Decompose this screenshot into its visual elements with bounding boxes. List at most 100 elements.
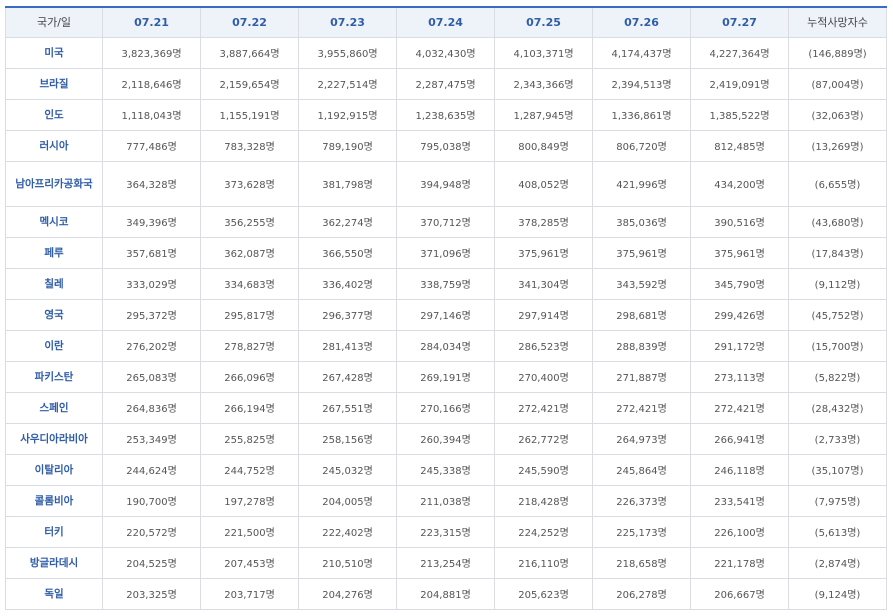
- death-count-cell: (5,822명): [788, 360, 887, 393]
- case-count-cell: 273,113명: [690, 360, 789, 393]
- case-count-cell: 800,849명: [494, 129, 593, 162]
- death-count-cell: (9,112명): [788, 267, 887, 300]
- case-count-cell: 2,159,654명: [200, 67, 299, 100]
- header-date: 07.25: [494, 6, 593, 38]
- case-count-cell: 270,400명: [494, 360, 593, 393]
- case-count-cell: 378,285명: [494, 205, 593, 238]
- case-count-cell: 345,790명: [690, 267, 789, 300]
- case-count-cell: 3,955,860명: [298, 36, 397, 69]
- death-count-cell: (35,107명): [788, 453, 887, 486]
- case-count-cell: 266,096명: [200, 360, 299, 393]
- case-count-cell: 366,550명: [298, 236, 397, 269]
- case-count-cell: 2,394,513명: [592, 67, 691, 100]
- case-count-cell: 233,541명: [690, 484, 789, 517]
- case-count-cell: 220,572명: [102, 515, 201, 548]
- death-count-cell: (45,752명): [788, 298, 887, 331]
- case-count-cell: 224,252명: [494, 515, 593, 548]
- table-row: 브라질 2,118,646명 2,159,654명 2,227,514명 2,287,4…: [5, 67, 887, 100]
- death-count-cell: (43,680명): [788, 205, 887, 238]
- case-count-cell: 203,325명: [102, 577, 201, 610]
- case-count-cell: 197,278명: [200, 484, 299, 517]
- case-count-cell: 4,227,364명: [690, 36, 789, 69]
- case-count-cell: 4,174,437명: [592, 36, 691, 69]
- case-count-cell: 1,192,915명: [298, 98, 397, 131]
- header-deaths: 누적사망자수: [788, 6, 887, 38]
- case-count-cell: 2,118,646명: [102, 67, 201, 100]
- case-count-cell: 216,110명: [494, 546, 593, 579]
- case-count-cell: 343,592명: [592, 267, 691, 300]
- case-count-cell: 223,315명: [396, 515, 495, 548]
- case-count-cell: 267,428명: [298, 360, 397, 393]
- case-count-cell: 2,343,366명: [494, 67, 593, 100]
- case-count-cell: 295,372명: [102, 298, 201, 331]
- case-count-cell: 213,254명: [396, 546, 495, 579]
- case-count-cell: 385,036명: [592, 205, 691, 238]
- case-count-cell: 288,839명: [592, 329, 691, 362]
- country-cell: 칠레: [5, 267, 103, 300]
- case-count-cell: 210,510명: [298, 546, 397, 579]
- case-count-cell: 812,485명: [690, 129, 789, 162]
- case-count-cell: 265,083명: [102, 360, 201, 393]
- case-count-cell: 1,287,945명: [494, 98, 593, 131]
- country-cell: 멕시코: [5, 205, 103, 238]
- case-count-cell: 297,914명: [494, 298, 593, 331]
- case-count-cell: 349,396명: [102, 205, 201, 238]
- header-date: 07.21: [102, 6, 201, 38]
- case-count-cell: 226,100명: [690, 515, 789, 548]
- case-count-cell: 375,961명: [494, 236, 593, 269]
- case-count-cell: 371,096명: [396, 236, 495, 269]
- country-cell: 이란: [5, 329, 103, 362]
- table-row: 멕시코 349,396명 356,255명 362,274명 370,712명 378,2…: [5, 205, 887, 238]
- table-row: 콜롬비아 190,700명 197,278명 204,005명 211,038명 218,…: [5, 484, 887, 517]
- table-row: 인도 1,118,043명 1,155,191명 1,192,915명 1,238,63…: [5, 98, 887, 131]
- case-count-cell: 211,038명: [396, 484, 495, 517]
- case-count-cell: 334,683명: [200, 267, 299, 300]
- case-count-cell: 373,628명: [200, 160, 299, 207]
- case-count-cell: 1,238,635명: [396, 98, 495, 131]
- death-count-cell: (146,889명): [788, 36, 887, 69]
- table-row: 미국 3,823,369명 3,887,664명 3,955,860명 4,032,43…: [5, 36, 887, 69]
- death-count-cell: (32,063명): [788, 98, 887, 131]
- case-count-cell: 408,052명: [494, 160, 593, 207]
- case-count-cell: 2,227,514명: [298, 67, 397, 100]
- case-count-cell: 245,864명: [592, 453, 691, 486]
- case-count-cell: 204,276명: [298, 577, 397, 610]
- country-cell: 인도: [5, 98, 103, 131]
- case-count-cell: 2,287,475명: [396, 67, 495, 100]
- country-cell: 독일: [5, 577, 103, 610]
- case-count-cell: 281,413명: [298, 329, 397, 362]
- case-count-cell: 272,421명: [690, 391, 789, 424]
- case-count-cell: 394,948명: [396, 160, 495, 207]
- country-cell: 사우디아라비아: [5, 422, 103, 455]
- case-count-cell: 357,681명: [102, 236, 201, 269]
- country-cell: 파키스탄: [5, 360, 103, 393]
- case-count-cell: 270,166명: [396, 391, 495, 424]
- death-count-cell: (17,843명): [788, 236, 887, 269]
- case-count-cell: 245,032명: [298, 453, 397, 486]
- death-count-cell: (6,655명): [788, 160, 887, 207]
- case-count-cell: 205,623명: [494, 577, 593, 610]
- table-row: 칠레 333,029명 334,683명 336,402명 338,759명 341,30…: [5, 267, 887, 300]
- case-count-cell: 244,624명: [102, 453, 201, 486]
- case-count-cell: 204,005명: [298, 484, 397, 517]
- case-count-cell: 298,681명: [592, 298, 691, 331]
- case-count-cell: 255,825명: [200, 422, 299, 455]
- table-row: 이란 276,202명 278,827명 281,413명 284,034명 286,52…: [5, 329, 887, 362]
- case-count-cell: 356,255명: [200, 205, 299, 238]
- case-count-cell: 333,029명: [102, 267, 201, 300]
- case-count-cell: 264,836명: [102, 391, 201, 424]
- case-count-cell: 390,516명: [690, 205, 789, 238]
- case-count-cell: 271,887명: [592, 360, 691, 393]
- case-count-cell: 245,338명: [396, 453, 495, 486]
- case-count-cell: 286,523명: [494, 329, 593, 362]
- case-count-cell: 218,658명: [592, 546, 691, 579]
- country-cell: 터키: [5, 515, 103, 548]
- case-count-cell: 370,712명: [396, 205, 495, 238]
- header-country: 국가/일: [5, 6, 103, 38]
- case-count-cell: 262,772명: [494, 422, 593, 455]
- table-row: 방글라데시 204,525명 207,453명 210,510명 213,254명 216…: [5, 546, 887, 579]
- country-cell: 스페인: [5, 391, 103, 424]
- table-row: 스페인 264,836명 266,194명 267,551명 270,166명 272,4…: [5, 391, 887, 424]
- case-count-cell: 244,752명: [200, 453, 299, 486]
- death-count-cell: (2,733명): [788, 422, 887, 455]
